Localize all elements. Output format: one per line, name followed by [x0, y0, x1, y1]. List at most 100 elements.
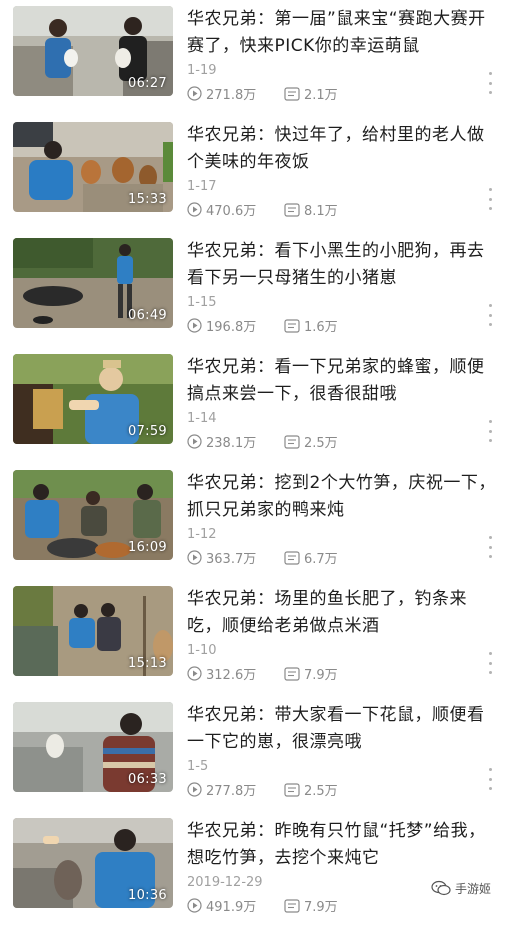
comment-count-value: 2.5万	[304, 784, 338, 799]
video-duration: 06:33	[128, 772, 167, 787]
video-item[interactable]: 06:49 华农兄弟：看下小黑生的小肥狗，再去看下另一只母猪生的小猪崽 1-15…	[0, 232, 509, 348]
danmaku-icon	[284, 550, 300, 565]
video-duration: 07:59	[128, 424, 167, 439]
video-duration: 10:36	[128, 888, 167, 903]
danmaku-icon	[284, 202, 300, 217]
video-stats: 470.6万 8.1万	[187, 200, 487, 220]
play-count: 238.1万	[187, 432, 256, 451]
video-title[interactable]: 华农兄弟：场里的鱼长肥了，钓条来吃，顺便给老弟做点米酒	[187, 586, 499, 640]
video-duration: 06:49	[128, 308, 167, 323]
video-item[interactable]: 06:27 华农兄弟：第一届”鼠来宝“赛跑大赛开赛了，快来PICK你的幸运萌鼠 …	[0, 0, 509, 116]
play-count-value: 277.8万	[206, 784, 257, 799]
comment-count-value: 1.6万	[304, 320, 338, 335]
video-duration: 15:13	[128, 656, 167, 671]
video-stats: 271.8万 2.1万	[187, 84, 487, 104]
video-thumbnail[interactable]: 06:49	[13, 238, 173, 328]
video-duration: 06:27	[128, 76, 167, 91]
video-title[interactable]: 华农兄弟：看下小黑生的小肥狗，再去看下另一只母猪生的小猪崽	[187, 238, 499, 292]
more-options-icon[interactable]	[484, 304, 496, 326]
video-duration: 15:33	[128, 192, 167, 207]
comment-count: 8.1万	[284, 200, 338, 219]
more-options-icon[interactable]	[484, 536, 496, 558]
play-count-value: 238.1万	[206, 436, 257, 451]
more-options-icon[interactable]	[484, 768, 496, 790]
play-count-value: 363.7万	[206, 552, 257, 567]
video-title[interactable]: 华农兄弟：带大家看一下花鼠，顺便看一下它的崽，很漂亮哦	[187, 702, 499, 756]
comment-count-value: 6.7万	[304, 552, 338, 567]
play-count-value: 271.8万	[206, 88, 257, 103]
video-thumbnail[interactable]: 15:13	[13, 586, 173, 676]
video-item[interactable]: 07:59 华农兄弟：看一下兄弟家的蜂蜜，顺便搞点来尝一下，很香很甜哦 1-14…	[0, 348, 509, 464]
comment-count: 2.5万	[284, 780, 338, 799]
video-date: 1-17	[187, 179, 217, 194]
comment-count: 6.7万	[284, 548, 338, 567]
watermark: 手游姬	[431, 878, 491, 898]
play-icon	[187, 550, 202, 565]
video-date: 1-10	[187, 643, 217, 658]
video-stats: 491.9万 7.9万	[187, 896, 487, 916]
play-count-value: 196.8万	[206, 320, 257, 335]
video-date: 1-12	[187, 527, 217, 542]
video-title[interactable]: 华农兄弟：快过年了，给村里的老人做个美味的年夜饭	[187, 122, 499, 176]
comment-count: 2.5万	[284, 432, 338, 451]
comment-count: 2.1万	[284, 84, 338, 103]
comment-count-value: 8.1万	[304, 204, 338, 219]
play-count: 196.8万	[187, 316, 256, 335]
video-thumbnail[interactable]: 06:33	[13, 702, 173, 792]
video-title[interactable]: 华农兄弟：昨晚有只竹鼠“托梦”给我，想吃竹笋，去挖个来炖它	[187, 818, 499, 872]
more-options-icon[interactable]	[484, 188, 496, 210]
play-count-value: 491.9万	[206, 900, 257, 915]
comment-count-value: 2.1万	[304, 88, 338, 103]
video-item[interactable]: 06:33 华农兄弟：带大家看一下花鼠，顺便看一下它的崽，很漂亮哦 1-5 27…	[0, 696, 509, 812]
video-title[interactable]: 华农兄弟：第一届”鼠来宝“赛跑大赛开赛了，快来PICK你的幸运萌鼠	[187, 6, 499, 60]
play-count: 491.9万	[187, 896, 256, 915]
video-thumbnail[interactable]: 16:09	[13, 470, 173, 560]
danmaku-icon	[284, 666, 300, 681]
video-date: 1-14	[187, 411, 217, 426]
comment-count: 1.6万	[284, 316, 338, 335]
video-item[interactable]: 15:13 华农兄弟：场里的鱼长肥了，钓条来吃，顺便给老弟做点米酒 1-10 3…	[0, 580, 509, 696]
play-count: 277.8万	[187, 780, 256, 799]
video-thumbnail[interactable]: 06:27	[13, 6, 173, 96]
video-date: 1-15	[187, 295, 217, 310]
play-icon	[187, 202, 202, 217]
play-count: 470.6万	[187, 200, 256, 219]
comment-count-value: 7.9万	[304, 668, 338, 683]
comment-count-value: 2.5万	[304, 436, 338, 451]
video-stats: 238.1万 2.5万	[187, 432, 487, 452]
video-date: 1-5	[187, 759, 209, 774]
play-count-value: 470.6万	[206, 204, 257, 219]
video-stats: 312.6万 7.9万	[187, 664, 487, 684]
play-icon	[187, 318, 202, 333]
danmaku-icon	[284, 782, 300, 797]
video-stats: 363.7万 6.7万	[187, 548, 487, 568]
wechat-icon	[431, 880, 451, 896]
danmaku-icon	[284, 318, 300, 333]
more-options-icon[interactable]	[484, 72, 496, 94]
more-options-icon[interactable]	[484, 420, 496, 442]
video-title[interactable]: 华农兄弟：看一下兄弟家的蜂蜜，顺便搞点来尝一下，很香很甜哦	[187, 354, 499, 408]
video-title[interactable]: 华农兄弟：挖到2个大竹笋，庆祝一下，抓只兄弟家的鸭来炖	[187, 470, 499, 524]
video-date: 2019-12-29	[187, 875, 263, 890]
video-thumbnail[interactable]: 10:36	[13, 818, 173, 908]
play-icon	[187, 666, 202, 681]
video-thumbnail[interactable]: 07:59	[13, 354, 173, 444]
danmaku-icon	[284, 86, 300, 101]
danmaku-icon	[284, 898, 300, 913]
play-count: 312.6万	[187, 664, 256, 683]
video-thumbnail[interactable]: 15:33	[13, 122, 173, 212]
play-count: 271.8万	[187, 84, 256, 103]
more-options-icon[interactable]	[484, 652, 496, 674]
play-icon	[187, 782, 202, 797]
video-date: 1-19	[187, 63, 217, 78]
comment-count: 7.9万	[284, 896, 338, 915]
play-icon	[187, 86, 202, 101]
watermark-text: 手游姬	[455, 881, 492, 896]
video-item[interactable]: 16:09 华农兄弟：挖到2个大竹笋，庆祝一下，抓只兄弟家的鸭来炖 1-12 3…	[0, 464, 509, 580]
video-item[interactable]: 15:33 华农兄弟：快过年了，给村里的老人做个美味的年夜饭 1-17 470.…	[0, 116, 509, 232]
comment-count-value: 7.9万	[304, 900, 338, 915]
video-stats: 277.8万 2.5万	[187, 780, 487, 800]
video-duration: 16:09	[128, 540, 167, 555]
play-count-value: 312.6万	[206, 668, 257, 683]
video-stats: 196.8万 1.6万	[187, 316, 487, 336]
